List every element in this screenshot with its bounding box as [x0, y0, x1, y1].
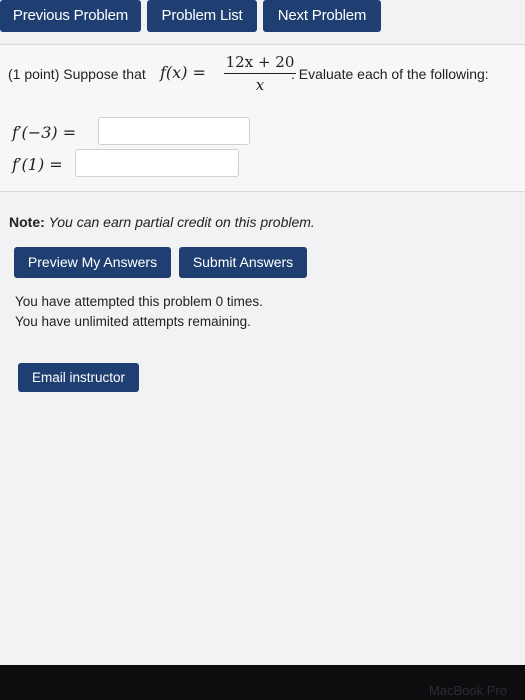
- note-text: You can earn partial credit on this prob…: [48, 214, 315, 230]
- question-1-label: f′(−3) =: [12, 123, 77, 142]
- submit-answers-button[interactable]: Submit Answers: [179, 247, 307, 278]
- problem-navigation: Previous Problem Problem List Next Probl…: [0, 0, 525, 34]
- email-instructor-button[interactable]: Email instructor: [18, 363, 139, 392]
- function-lhs: f(x) =: [160, 63, 206, 82]
- device-label: MacBook Pro: [428, 683, 507, 698]
- answer-field-2[interactable]: [75, 149, 239, 177]
- previous-problem-button[interactable]: Previous Problem: [0, 0, 141, 32]
- preview-answers-button[interactable]: Preview My Answers: [14, 247, 171, 278]
- partial-credit-note: Note: You can earn partial credit on thi…: [9, 214, 315, 230]
- fraction-numerator: 12x + 20: [224, 53, 296, 74]
- problem-list-button[interactable]: Problem List: [147, 0, 257, 32]
- page: Previous Problem Problem List Next Probl…: [0, 0, 525, 665]
- problem-box: (1 point) Suppose that f(x) = 12x + 20 x…: [0, 44, 525, 192]
- attempts-remaining-text: You have unlimited attempts remaining.: [15, 314, 251, 329]
- question-2-label: f′(1) =: [12, 155, 63, 174]
- note-label: Note:: [9, 214, 45, 230]
- question-row-2: f′(1) =: [12, 149, 512, 179]
- attempts-info: You have attempted this problem 0 times.…: [15, 292, 263, 332]
- attempts-count-text: You have attempted this problem 0 times.: [15, 294, 263, 309]
- problem-points-text: (1 point) Suppose that: [8, 66, 146, 82]
- fraction-denominator: x: [255, 76, 265, 94]
- problem-statement: (1 point) Suppose that f(x) = 12x + 20 x…: [8, 53, 518, 94]
- laptop-bezel: MacBook Pro: [0, 665, 525, 700]
- answer-field-1[interactable]: [98, 117, 250, 145]
- question-row-1: f′(−3) =: [12, 117, 512, 147]
- problem-instruction: . Evaluate each of the following:: [291, 66, 489, 82]
- function-fraction: 12x + 20 x: [224, 53, 296, 94]
- next-problem-button[interactable]: Next Problem: [263, 0, 381, 32]
